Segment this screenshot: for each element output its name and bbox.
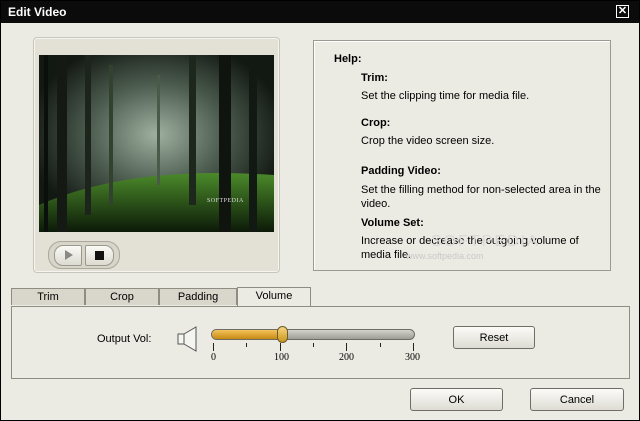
tab-volume-label: Volume <box>255 290 293 302</box>
stop-button[interactable] <box>85 245 114 266</box>
edit-video-dialog: Edit Video ✕ SOFTPEDIA Help: Trim: Set t… <box>0 0 640 421</box>
ok-button[interactable]: OK <box>410 388 503 411</box>
window-title: Edit Video <box>8 5 67 19</box>
help-trim-text: Set the clipping time for media file. <box>361 90 530 102</box>
volume-tick <box>346 343 348 351</box>
close-icon: ✕ <box>617 5 628 17</box>
output-vol-label: Output Vol: <box>97 333 152 345</box>
reset-button-label: Reset <box>479 332 509 344</box>
stop-icon <box>95 251 104 260</box>
volume-slider[interactable] <box>211 326 415 343</box>
close-button[interactable]: ✕ <box>616 5 629 18</box>
play-button[interactable] <box>54 245 82 266</box>
tab-padding-label: Padding <box>177 291 219 303</box>
tick-label-300: 300 <box>405 352 420 363</box>
speaker-icon <box>177 326 197 352</box>
play-icon <box>65 250 73 260</box>
tab-bar: Trim Crop Padding Volume <box>11 287 631 306</box>
volume-tick <box>213 343 214 351</box>
help-volume-heading: Volume Set: <box>361 217 424 229</box>
volume-slider-thumb[interactable] <box>276 326 288 343</box>
help-padding-text: Set the filling method for non-selected … <box>361 184 601 210</box>
softpedia-watermark: SOFTPEDIA <box>431 233 540 250</box>
video-frame-image <box>39 55 274 232</box>
help-crop-heading: Crop: <box>361 117 391 129</box>
tick-label-100: 100 <box>274 352 289 363</box>
volume-tick <box>413 343 414 351</box>
softpedia-watermark-url: www.softpedia.com <box>406 251 484 261</box>
tab-volume[interactable]: Volume <box>237 287 311 306</box>
tab-crop[interactable]: Crop <box>85 288 159 305</box>
video-preview-panel: SOFTPEDIA <box>33 37 280 273</box>
tick-label-200: 200 <box>339 352 354 363</box>
reset-button[interactable]: Reset <box>453 326 535 349</box>
tab-trim[interactable]: Trim <box>11 288 85 305</box>
cancel-button[interactable]: Cancel <box>530 388 624 411</box>
title-bar: Edit Video ✕ <box>1 1 639 23</box>
volume-ticks <box>213 343 414 353</box>
help-title: Help: <box>334 53 362 65</box>
volume-slider-fill <box>212 330 280 339</box>
help-padding-heading: Padding Video: <box>361 165 441 177</box>
tab-padding[interactable]: Padding <box>159 288 237 305</box>
volume-tick <box>313 343 314 347</box>
volume-tick <box>279 343 281 351</box>
playback-controls <box>48 241 120 269</box>
video-screen: SOFTPEDIA <box>39 55 274 232</box>
tick-label-0: 0 <box>211 352 216 363</box>
volume-tick <box>379 343 381 347</box>
cancel-button-label: Cancel <box>559 394 595 406</box>
tab-trim-label: Trim <box>37 291 59 303</box>
video-watermark: SOFTPEDIA <box>207 198 244 204</box>
help-crop-text: Crop the video screen size. <box>361 135 495 147</box>
tab-crop-label: Crop <box>110 291 134 303</box>
help-trim-heading: Trim: <box>361 72 388 84</box>
volume-tick <box>246 343 248 347</box>
ok-button-label: OK <box>448 394 465 406</box>
